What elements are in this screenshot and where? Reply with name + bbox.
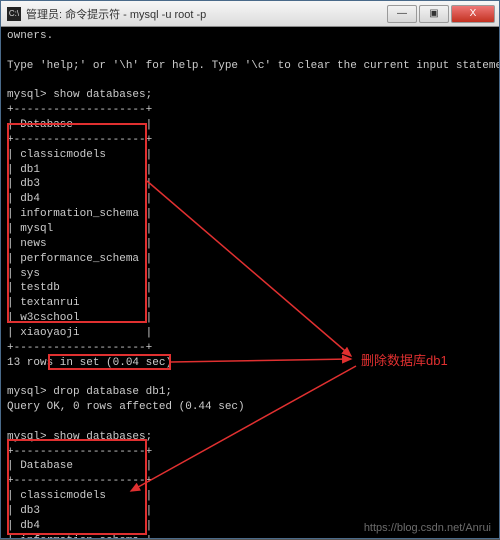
window-title: 管理员: 命令提示符 - mysql -u root -p (26, 6, 385, 22)
watermark: https://blog.csdn.net/Anrui (364, 522, 491, 534)
cmd-icon: C:\ (7, 7, 21, 21)
window-controls: — ▣ X (385, 5, 495, 23)
terminal-window: C:\ 管理员: 命令提示符 - mysql -u root -p — ▣ X … (0, 0, 500, 539)
close-button[interactable]: X (451, 5, 495, 23)
minimize-button[interactable]: — (387, 5, 417, 23)
terminal-content[interactable]: owners. Type 'help;' or '\h' for help. T… (1, 27, 499, 538)
annotation-label: 删除数据库db1 (361, 350, 448, 369)
titlebar[interactable]: C:\ 管理员: 命令提示符 - mysql -u root -p — ▣ X (1, 1, 499, 27)
maximize-button[interactable]: ▣ (419, 5, 449, 23)
